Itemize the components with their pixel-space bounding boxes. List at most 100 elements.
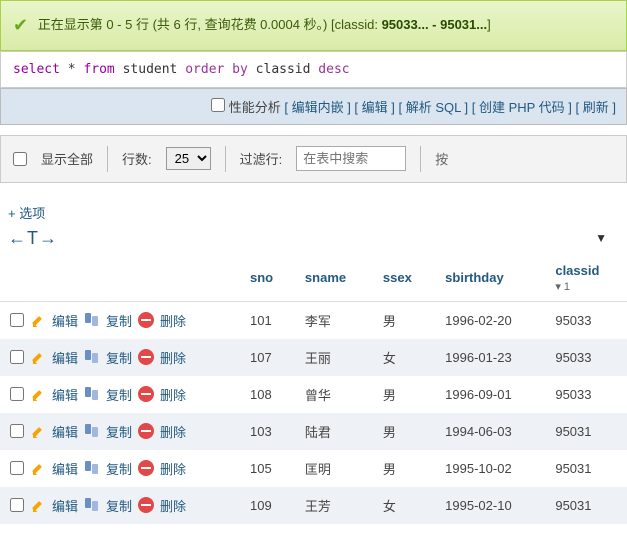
filter-input[interactable]: [296, 146, 406, 171]
cell-classid: 95033: [545, 301, 627, 339]
showall-checkbox[interactable]: [13, 152, 27, 166]
actions-header: [0, 255, 240, 302]
copy-icon: [84, 312, 100, 328]
rows-select[interactable]: 25: [166, 147, 211, 170]
cell-ssex: 女: [373, 339, 435, 376]
status-bar: ✔ 正在显示第 0 - 5 行 (共 6 行, 查询花费 0.0004 秒。) …: [0, 0, 627, 51]
cell-sname: 曾华: [295, 376, 373, 413]
pencil-icon: [30, 349, 46, 365]
cell-sno: 103: [240, 413, 295, 450]
row-checkbox[interactable]: [10, 498, 24, 512]
cell-sname: 王芳: [295, 487, 373, 524]
copy-row-link[interactable]: 复制: [106, 348, 132, 367]
table-row: 编辑复制删除101李军男1996-02-2095033: [0, 301, 627, 339]
copy-row-link[interactable]: 复制: [106, 459, 132, 478]
copy-row-link[interactable]: 复制: [106, 422, 132, 441]
cell-classid: 95033: [545, 339, 627, 376]
copy-row-link[interactable]: 复制: [106, 311, 132, 330]
cell-sno: 101: [240, 301, 295, 339]
cell-sno: 105: [240, 450, 295, 487]
query-toolbar: 性能分析 [ 编辑内嵌 ] [ 编辑 ] [ 解析 SQL ] [ 创建 PHP…: [0, 88, 627, 125]
edit-row-link[interactable]: 编辑: [52, 348, 78, 367]
delete-icon: [138, 312, 154, 328]
cell-sbirthday: 1996-02-20: [435, 301, 545, 339]
row-checkbox[interactable]: [10, 424, 24, 438]
table-row: 编辑复制删除109王芳女1995-02-1095031: [0, 487, 627, 524]
row-checkbox[interactable]: [10, 387, 24, 401]
cell-classid: 95031: [545, 413, 627, 450]
status-text: 正在显示第 0 - 5 行 (共 6 行, 查询花费 0.0004 秒。) [c…: [38, 17, 382, 32]
edit-row-link[interactable]: 编辑: [52, 496, 78, 515]
edit-link[interactable]: 编辑: [362, 100, 388, 115]
showall-label: 显示全部: [41, 149, 93, 168]
copy-icon: [84, 386, 100, 402]
status-suffix: ]: [487, 17, 491, 32]
col-classid[interactable]: classid▾ 1: [545, 255, 627, 302]
sort-caret-icon[interactable]: ▼: [595, 231, 607, 245]
sort-by-trunc: 按: [435, 149, 448, 168]
edit-row-link[interactable]: 编辑: [52, 385, 78, 404]
rows-label: 行数:: [122, 149, 152, 168]
delete-row-link[interactable]: 删除: [160, 385, 186, 404]
table-row: 编辑 复制 删除 107王丽女1996-01-2395033: [0, 339, 627, 376]
cell-sbirthday: 1996-01-23: [435, 339, 545, 376]
col-sname[interactable]: sname: [295, 255, 373, 302]
move-column-icon[interactable]: ←T→: [8, 228, 58, 249]
edit-row-link[interactable]: 编辑: [52, 422, 78, 441]
col-sno[interactable]: sno: [240, 255, 295, 302]
row-checkbox[interactable]: [10, 461, 24, 475]
cell-sname: 陆君: [295, 413, 373, 450]
pencil-icon: [30, 386, 46, 402]
status-range: 95033... - 95031...: [382, 17, 488, 32]
results-table: sno sname ssex sbirthday classid▾ 1 编辑复制…: [0, 255, 627, 524]
copy-icon: [84, 460, 100, 476]
delete-icon: [138, 386, 154, 402]
cell-sname: 李军: [295, 301, 373, 339]
delete-icon: [138, 460, 154, 476]
copy-icon: [84, 349, 100, 365]
cell-sno: 109: [240, 487, 295, 524]
table-row: 编辑复制删除103陆君男1994-06-0395031: [0, 413, 627, 450]
create-php-link[interactable]: 创建 PHP 代码: [479, 100, 565, 115]
delete-row-link[interactable]: 删除: [160, 311, 186, 330]
pencil-icon: [30, 423, 46, 439]
col-ssex[interactable]: ssex: [373, 255, 435, 302]
cell-sbirthday: 1995-10-02: [435, 450, 545, 487]
cell-classid: 95033: [545, 376, 627, 413]
refresh-link[interactable]: 刷新: [583, 100, 609, 115]
delete-row-link[interactable]: 删除: [160, 459, 186, 478]
table-row: 编辑复制删除108曾华男1996-09-0195033: [0, 376, 627, 413]
cell-sno: 107: [240, 339, 295, 376]
cell-sbirthday: 1995-02-10: [435, 487, 545, 524]
edit-inline-link[interactable]: 编辑内嵌: [292, 100, 344, 115]
cell-classid: 95031: [545, 487, 627, 524]
edit-row-link[interactable]: 编辑: [52, 459, 78, 478]
cell-sbirthday: 1994-06-03: [435, 413, 545, 450]
column-tools-row: ←T→ ▼: [0, 228, 627, 255]
delete-icon: [138, 349, 154, 365]
cell-sbirthday: 1996-09-01: [435, 376, 545, 413]
cell-classid: 95031: [545, 450, 627, 487]
col-sbirthday[interactable]: sbirthday: [435, 255, 545, 302]
delete-row-link[interactable]: 删除: [160, 422, 186, 441]
cell-sname: 王丽: [295, 339, 373, 376]
row-checkbox[interactable]: [10, 350, 24, 364]
options-link[interactable]: + 选项: [8, 203, 627, 222]
copy-icon: [84, 497, 100, 513]
perf-checkbox[interactable]: [211, 98, 225, 112]
perf-label: 性能分析: [229, 100, 281, 115]
delete-icon: [138, 497, 154, 513]
delete-row-link[interactable]: 删除: [160, 348, 186, 367]
pencil-icon: [30, 312, 46, 328]
explain-sql-link[interactable]: 解析 SQL: [406, 100, 461, 115]
table-row: 编辑复制删除105匡明男1995-10-0295031: [0, 450, 627, 487]
pencil-icon: [30, 497, 46, 513]
delete-icon: [138, 423, 154, 439]
copy-icon: [84, 423, 100, 439]
cell-sname: 匡明: [295, 450, 373, 487]
row-checkbox[interactable]: [10, 313, 24, 327]
delete-row-link[interactable]: 删除: [160, 496, 186, 515]
copy-row-link[interactable]: 复制: [106, 496, 132, 515]
copy-row-link[interactable]: 复制: [106, 385, 132, 404]
edit-row-link[interactable]: 编辑: [52, 311, 78, 330]
